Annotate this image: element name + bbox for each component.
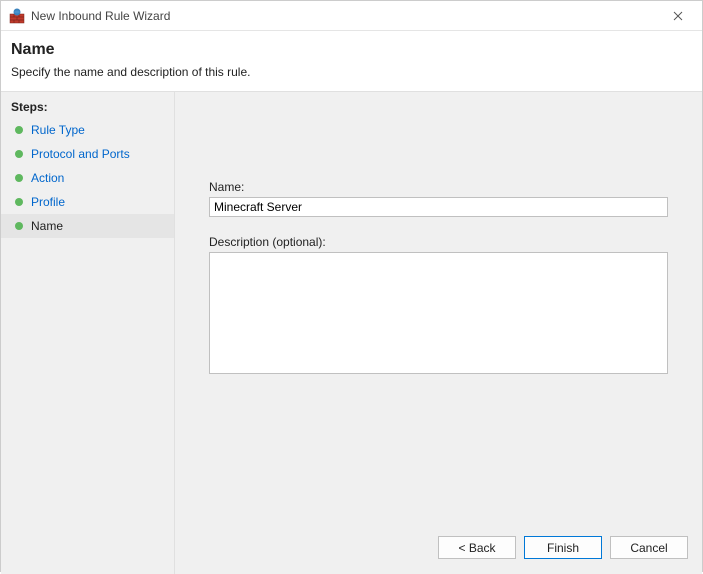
description-input[interactable] xyxy=(209,252,668,374)
main-panel: Name: Description (optional): xyxy=(174,92,702,574)
step-name[interactable]: Name xyxy=(1,214,174,238)
window-title: New Inbound Rule Wizard xyxy=(31,9,662,23)
bullet-icon xyxy=(15,174,23,182)
page-title: Name xyxy=(11,41,692,59)
step-action[interactable]: Action xyxy=(1,166,174,190)
titlebar: New Inbound Rule Wizard xyxy=(1,1,702,31)
name-label: Name: xyxy=(209,180,668,194)
firewall-icon xyxy=(9,8,25,24)
wizard-buttons: < Back Finish Cancel xyxy=(438,536,688,559)
step-label: Protocol and Ports xyxy=(31,147,130,161)
step-label: Action xyxy=(31,171,64,185)
bullet-icon xyxy=(15,126,23,134)
page-header: Name Specify the name and description of… xyxy=(1,31,702,92)
close-button[interactable] xyxy=(662,2,694,30)
bullet-icon xyxy=(15,222,23,230)
bullet-icon xyxy=(15,198,23,206)
page-subtitle: Specify the name and description of this… xyxy=(11,65,692,79)
step-label: Rule Type xyxy=(31,123,85,137)
bullet-icon xyxy=(15,150,23,158)
step-label: Profile xyxy=(31,195,65,209)
finish-button[interactable]: Finish xyxy=(524,536,602,559)
step-profile[interactable]: Profile xyxy=(1,190,174,214)
name-input[interactable] xyxy=(209,197,668,217)
steps-heading: Steps: xyxy=(1,100,174,118)
step-label: Name xyxy=(31,219,63,233)
description-label: Description (optional): xyxy=(209,235,668,249)
steps-sidebar: Steps: Rule Type Protocol and Ports Acti… xyxy=(1,92,174,574)
cancel-button[interactable]: Cancel xyxy=(610,536,688,559)
back-button[interactable]: < Back xyxy=(438,536,516,559)
step-protocol-and-ports[interactable]: Protocol and Ports xyxy=(1,142,174,166)
step-rule-type[interactable]: Rule Type xyxy=(1,118,174,142)
